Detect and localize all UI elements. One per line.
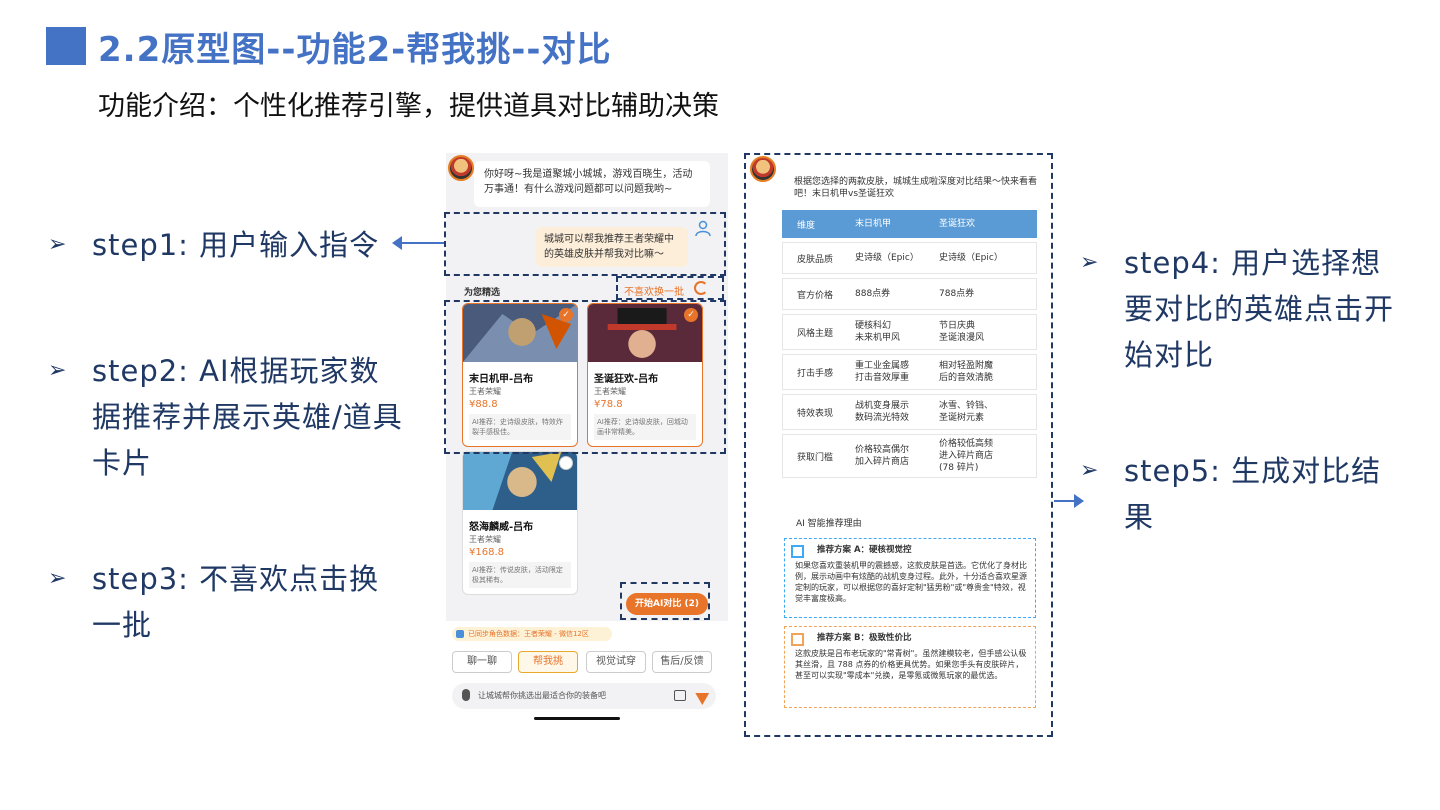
step5-arrowhead-icon	[1074, 494, 1084, 508]
unselected-check-icon[interactable]	[559, 456, 573, 470]
compare-cell: 风格主题	[797, 328, 834, 339]
tab-after-sales[interactable]: 售后/反馈	[652, 651, 712, 673]
slide-title: 2.2原型图--功能2-帮我挑--对比	[98, 30, 612, 70]
bullet-arrow-icon: ➢	[1080, 458, 1099, 483]
header-skin-a: 末日机甲	[855, 219, 892, 229]
bot-avatar	[750, 156, 776, 182]
compare-cell: 史诗级（Epic）	[855, 253, 919, 263]
plan-b-checkbox[interactable]	[791, 633, 804, 646]
compare-cell: 价格较高偶尔 加入碎片商店	[855, 445, 910, 467]
sync-status-badge: 已同步角色数据：王者荣耀 - 微信12区	[452, 627, 612, 641]
step1-highlight-box	[444, 212, 726, 276]
chat-input-placeholder: 让城城帮你挑选出最适合你的装备吧	[478, 691, 606, 700]
card-ai-note: AI推荐：传说皮肤，活动限定极其稀有。	[469, 562, 571, 588]
card-price: ¥168.8	[469, 547, 504, 558]
plan-b-title: 推荐方案 B：极致性价比	[817, 633, 912, 643]
compare-cell: 相对轻盈附魔 后的音效清脆	[939, 361, 994, 383]
section-label: 为您精选	[464, 288, 501, 298]
chat-input[interactable]: 让城城帮你挑选出最适合你的装备吧	[452, 683, 716, 709]
compare-cell: 史诗级（Epic）	[939, 253, 1003, 263]
compare-table-row: 风格主题 硬核科幻 未来机甲风 节日庆典 圣诞浪漫风	[782, 314, 1037, 350]
slide-subtitle: 功能介绍：个性化推荐引擎，提供道具对比辅助决策	[98, 91, 719, 122]
ai-reason-title: AI 智能推荐理由	[796, 519, 862, 529]
compare-cell: 打击手感	[797, 368, 834, 379]
bullet-arrow-icon: ➢	[48, 232, 67, 257]
step1-arrowhead-icon	[392, 236, 402, 250]
step5-text: ➢ step5: 生成对比结果	[1080, 448, 1400, 540]
compare-cell: 788点券	[939, 289, 975, 299]
compare-cell: 888点券	[855, 289, 891, 299]
home-indicator	[534, 717, 620, 720]
bullet-arrow-icon: ➢	[48, 566, 67, 591]
compare-table-row: 官方价格 888点券 788点券	[782, 278, 1037, 310]
compare-table-row: 皮肤品质 史诗级（Epic） 史诗级（Epic）	[782, 242, 1037, 274]
plan-a-checkbox[interactable]	[791, 545, 804, 558]
card-game: 王者荣耀	[469, 535, 501, 544]
step2-text: ➢ step2: AI根据玩家数据推荐并展示英雄/道具卡片	[48, 348, 408, 486]
compare-cell: 硬核科幻 未来机甲风	[855, 321, 901, 343]
sync-icon	[456, 630, 464, 638]
send-icon[interactable]	[695, 686, 713, 706]
step5-connector	[1054, 500, 1076, 502]
compare-cell: 冰雪、铃铛、 圣诞树元素	[939, 401, 994, 423]
compare-cell: 获取门槛	[797, 452, 834, 463]
compare-cell: 战机变身展示 数码流光特效	[855, 401, 910, 423]
plan-a-card[interactable]: 推荐方案 A：硬核视觉控 如果您喜欢重装机甲的震撼感，这款皮肤是首选。它优化了身…	[784, 538, 1036, 618]
plan-b-card[interactable]: 推荐方案 B：极致性价比 这款皮肤是吕布老玩家的"常青树"。虽然建模较老，但手感…	[784, 626, 1036, 708]
step1-connector	[400, 242, 444, 244]
sync-status-text: 已同步角色数据：王者荣耀 - 微信12区	[468, 630, 589, 638]
compare-result-screen: 根据您选择的两款皮肤，城城生成啦深度对比结果～快来看看吧！末日机甲vs圣诞狂欢 …	[776, 160, 1044, 720]
compare-table: 维度 末日机甲 圣诞狂欢 皮肤品质 史诗级（Epic） 史诗级（Epic） 官方价格 8…	[782, 210, 1037, 482]
compare-cell: 皮肤品质	[797, 254, 834, 265]
step3-text: ➢ step3: 不喜欢点击换一批	[48, 556, 408, 648]
step4-highlight-box	[620, 582, 710, 620]
step4-text: ➢ step4: 用户选择想要对比的英雄点击开始对比	[1080, 240, 1400, 378]
bullet-arrow-icon: ➢	[48, 358, 67, 383]
header-dimension: 维度	[797, 220, 816, 231]
compare-cell: 重工业金属感 打击音效厚重	[855, 361, 910, 383]
compare-table-row: 特效表现 战机变身展示 数码流光特效 冰雪、铃铛、 圣诞树元素	[782, 394, 1037, 430]
tab-pick-for-me[interactable]: 帮我挑	[518, 651, 578, 673]
microphone-icon[interactable]	[462, 689, 470, 701]
step2-highlight-box	[444, 300, 726, 454]
image-upload-icon[interactable]	[674, 690, 686, 701]
compare-cell: 特效表现	[797, 408, 834, 419]
tab-chat[interactable]: 聊一聊	[452, 651, 512, 673]
compare-intro: 根据您选择的两款皮肤，城城生成啦深度对比结果～快来看看吧！末日机甲vs圣诞狂欢	[794, 177, 1038, 199]
compare-table-row: 获取门槛 价格较高偶尔 加入碎片商店 价格较低高频 进入碎片商店 (78 碎片)	[782, 434, 1037, 478]
card-name: 怒海麟威-吕布	[469, 522, 534, 533]
header-skin-b: 圣诞狂欢	[939, 219, 976, 229]
compare-cell: 官方价格	[797, 290, 834, 301]
bot-avatar	[448, 155, 474, 181]
bottom-toolbar: 已同步角色数据：王者荣耀 - 微信12区 聊一聊 帮我挑 视觉试穿 售后/反馈 …	[446, 621, 728, 723]
bot-greeting-bubble: 你好呀~我是道聚城小城城，游戏百晓生，活动万事通！有什么游戏问题都可以问题我哟~	[474, 161, 710, 207]
plan-a-title: 推荐方案 A：硬核视觉控	[817, 545, 912, 555]
step1-text: ➢ step1: 用户输入指令	[48, 222, 408, 268]
compare-table-header: 维度 末日机甲 圣诞狂欢	[782, 210, 1037, 238]
compare-cell: 节日庆典 圣诞浪漫风	[939, 321, 985, 343]
compare-cell: 价格较低高频 进入碎片商店 (78 碎片)	[939, 439, 994, 473]
plan-b-text: 这款皮肤是吕布老玩家的"常青树"。虽然建模较老，但手感公认极其丝滑，且 788 …	[795, 649, 1027, 680]
compare-table-row: 打击手感 重工业金属感 打击音效厚重 相对轻盈附魔 后的音效清脆	[782, 354, 1037, 390]
bullet-arrow-icon: ➢	[1080, 250, 1099, 275]
hero-card-3[interactable]: 怒海麟威-吕布 王者荣耀 ¥168.8 AI推荐：传说皮肤，活动限定极其稀有。	[462, 451, 578, 595]
step3-highlight-box	[616, 276, 724, 300]
tab-virtual-try-on[interactable]: 视觉试穿	[586, 651, 646, 673]
title-accent-block	[46, 27, 86, 65]
plan-a-text: 如果您喜欢重装机甲的震撼感，这款皮肤是首选。它优化了身材比例，展示动画中有炫酷的…	[795, 561, 1027, 603]
